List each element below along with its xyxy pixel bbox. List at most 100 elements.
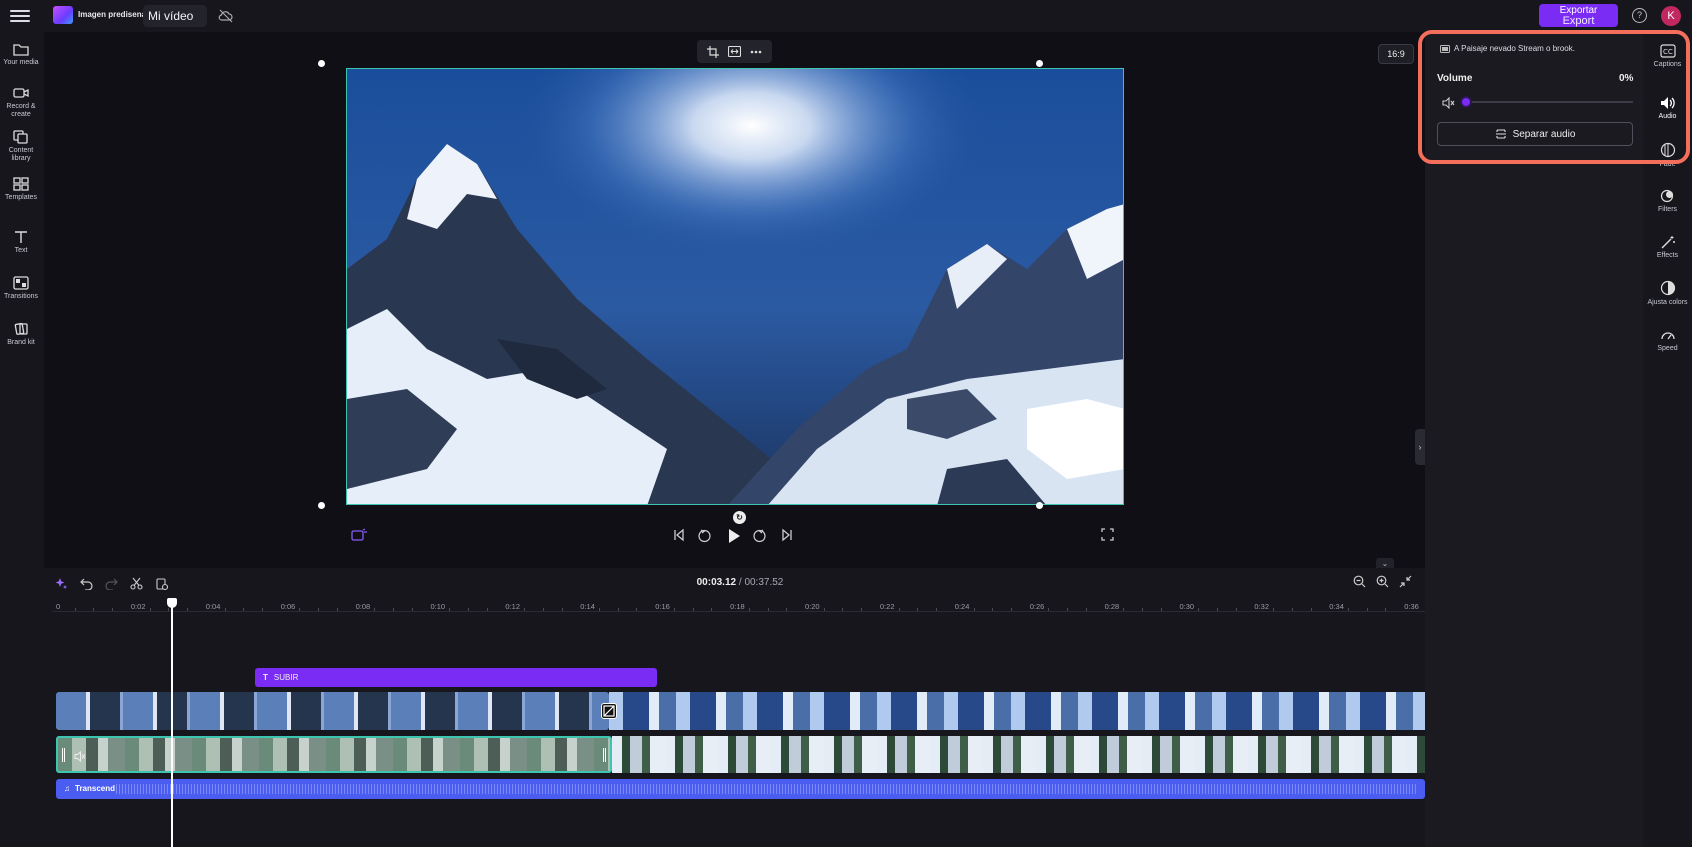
ruler-minor-tick [898, 608, 900, 611]
sidebar-item-brand-kit[interactable]: Brand kit [0, 322, 42, 347]
ruler-label: 0:28 [1104, 602, 1120, 611]
ruler-label: 0:34 [1329, 602, 1344, 611]
sidebar-item-record[interactable]: Record & create [0, 86, 42, 119]
tab-label: Speed [1657, 345, 1678, 352]
ruler-minor-tick [1291, 608, 1293, 611]
timeline-toolbar [55, 577, 168, 590]
current-time: 00:03.12 [696, 577, 737, 588]
text-clip-icon: T [263, 673, 268, 682]
audio-waveform [116, 784, 1416, 794]
crop-icon[interactable] [707, 45, 720, 58]
avatar[interactable]: K [1661, 6, 1681, 26]
tab-adjust-colors[interactable]: Ajusta colors [1643, 280, 1692, 307]
clip-trim-handle-left[interactable] [62, 748, 65, 762]
playhead-handle[interactable] [167, 598, 177, 608]
ruler-minor-tick [1273, 608, 1275, 611]
tab-filters[interactable]: Filters [1643, 189, 1692, 214]
sidebar-item-templates[interactable]: Templates [0, 177, 42, 202]
more-options-icon[interactable] [750, 50, 762, 54]
transition-icon[interactable] [601, 703, 617, 719]
fullscreen-icon[interactable] [1101, 528, 1114, 546]
ruler-label: 0:16 [655, 602, 670, 611]
resize-handle-bottom-right[interactable] [1036, 502, 1043, 509]
delete-icon[interactable] [155, 577, 168, 590]
ruler-minor-tick [149, 608, 151, 611]
resize-handle-top-right[interactable] [1036, 60, 1043, 67]
ruler-minor-tick [1160, 608, 1162, 611]
export-button[interactable]: Exportar Export [1539, 4, 1618, 27]
rotate-handle-icon[interactable]: ↻ [733, 511, 746, 524]
clip-trim-handle-right[interactable] [603, 748, 606, 762]
ruler-minor-tick [561, 608, 563, 611]
aspect-ratio-button[interactable]: 16:9 [1378, 44, 1414, 64]
ruler-minor-tick [374, 608, 376, 611]
ruler-label: 0:20 [805, 602, 820, 611]
split-scissors-icon[interactable] [130, 577, 143, 590]
ruler-minor-tick [393, 608, 395, 611]
transitions-icon [13, 276, 29, 290]
ruler-label: 0:06 [280, 602, 296, 611]
ruler-minor-tick [692, 608, 694, 611]
sidebar-item-text[interactable]: Text [0, 230, 42, 255]
resize-handle-top-left[interactable] [318, 60, 325, 67]
templates-icon [13, 177, 29, 191]
tab-label: Effects [1656, 252, 1679, 259]
ruler-minor-tick [524, 608, 526, 611]
text-clip-label: SUBIR [273, 673, 299, 682]
video-clip-snowy-forest[interactable] [612, 736, 1425, 773]
rewind-5s-icon[interactable] [697, 528, 712, 546]
ruler-minor-tick [823, 608, 825, 611]
forward-5s-icon[interactable] [752, 528, 767, 546]
text-clip[interactable]: T SUBIR [255, 668, 657, 687]
skip-to-start-icon[interactable] [673, 528, 685, 546]
timecode: 00:03.12 / 00:37.52 [680, 577, 800, 588]
ruler-minor-tick [74, 608, 76, 611]
ruler-minor-tick [1085, 608, 1087, 611]
undo-icon[interactable] [80, 578, 93, 590]
camera-overlay-icon[interactable] [351, 528, 367, 546]
muted-audio-icon [74, 749, 86, 767]
ai-sparkle-icon[interactable] [55, 577, 68, 590]
ruler-minor-tick [786, 608, 788, 611]
fit-timeline-icon[interactable] [1399, 575, 1412, 588]
fit-icon[interactable] [727, 46, 741, 57]
ruler-label: 0 [56, 602, 61, 611]
resize-handle-bottom-left[interactable] [318, 502, 325, 509]
video-canvas[interactable] [346, 68, 1124, 505]
playhead[interactable] [171, 601, 173, 847]
sidebar-item-your-media[interactable]: Your media [0, 42, 42, 67]
timeline-ruler[interactable]: 0 0:02 0:04 0:06 0:08 0:10 0:12 0:14 0:16 0:18 0:2… [52, 598, 1425, 612]
cloud-sync-off-icon[interactable] [218, 8, 234, 24]
ruler-minor-tick [1198, 608, 1200, 611]
sidebar-item-transitions[interactable]: Transitions [0, 276, 42, 301]
ruler-minor-tick [842, 608, 844, 611]
audio-clip-label: Transcend [75, 784, 116, 793]
ruler-minor-tick [411, 608, 413, 611]
zoom-out-icon[interactable] [1353, 575, 1366, 588]
video-clip-snowy-stream[interactable] [56, 736, 612, 773]
ruler-minor-tick [243, 608, 245, 611]
sidebar-item-label: Record & create [6, 103, 36, 118]
play-button[interactable] [727, 528, 741, 546]
video-clip-lake[interactable] [609, 692, 1425, 730]
ruler-minor-tick [112, 608, 114, 611]
collapse-right-panel-button[interactable]: › [1415, 429, 1425, 465]
project-name-input[interactable]: Mi vídeo [143, 5, 207, 27]
zoom-in-icon[interactable] [1376, 575, 1389, 588]
ruler-minor-tick [449, 608, 451, 611]
sidebar-item-label: Templates [5, 194, 37, 201]
effects-icon [1661, 236, 1675, 249]
hamburger-menu-icon[interactable] [10, 7, 30, 25]
ruler-label: 0:04 [205, 602, 221, 611]
sidebar-item-content-library[interactable]: Content library [0, 130, 42, 163]
video-clip-sky[interactable] [56, 692, 609, 730]
tab-effects[interactable]: Effects [1643, 235, 1692, 260]
help-icon[interactable]: ? [1632, 8, 1647, 23]
skip-to-end-icon[interactable] [781, 528, 793, 546]
ruler-label: 0:26 [1029, 602, 1045, 611]
tab-speed[interactable]: Speed [1643, 328, 1692, 353]
audio-clip[interactable]: ♫ Transcend [56, 779, 1425, 799]
ruler-minor-tick [1142, 608, 1144, 611]
redo-icon[interactable] [105, 578, 118, 590]
app-logo [53, 6, 73, 24]
